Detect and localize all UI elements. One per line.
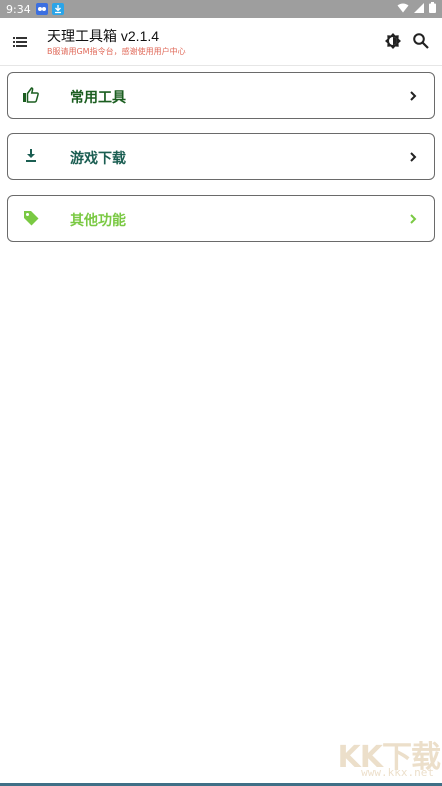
- app-subtitle: B服请用GM指令台，感谢使用用户中心: [47, 47, 186, 56]
- list-menu-icon[interactable]: [12, 34, 28, 50]
- wifi-icon: [397, 3, 409, 16]
- status-time: 9:34: [6, 2, 31, 16]
- menu-card-common-tools[interactable]: 常用工具: [7, 72, 435, 119]
- menu-card-game-download[interactable]: 游戏下载: [7, 133, 435, 180]
- menu-card-label: 游戏下载: [70, 151, 126, 167]
- signal-icon: [414, 2, 424, 16]
- chevron-right-icon: [408, 88, 418, 104]
- notification-download-icon: [51, 3, 64, 15]
- app-title: 天理工具箱 v2.1.4: [47, 28, 160, 44]
- tag-icon: [22, 209, 40, 227]
- menu-card-label: 常用工具: [70, 90, 126, 106]
- menu-card-other-features[interactable]: 其他功能: [7, 195, 435, 242]
- battery-icon: [429, 2, 436, 16]
- notification-app-icon: [35, 3, 48, 15]
- chevron-right-icon: [408, 149, 418, 165]
- brightness-icon[interactable]: [384, 32, 402, 50]
- download-icon: [22, 147, 40, 165]
- status-bar: 9:34: [0, 0, 442, 18]
- search-icon[interactable]: [412, 32, 430, 50]
- chevron-right-icon: [408, 211, 418, 227]
- watermark-url: www.kkx.net: [361, 766, 434, 779]
- app-bar: 天理工具箱 v2.1.4 B服请用GM指令台，感谢使用用户中心: [0, 18, 442, 66]
- watermark-logo: KK下载 www.kkx.net: [320, 732, 441, 780]
- thumb-up-icon: [22, 86, 40, 104]
- menu-card-label: 其他功能: [70, 213, 126, 229]
